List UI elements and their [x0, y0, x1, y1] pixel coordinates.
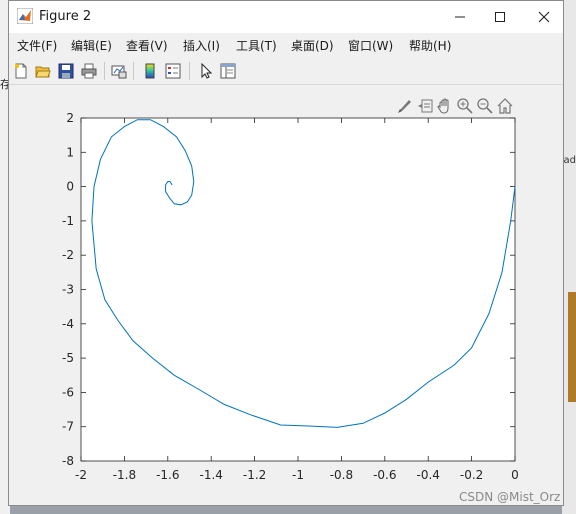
x-tick-label: -1.6 — [156, 468, 179, 482]
axes-box — [80, 117, 516, 462]
x-tick-label: -1 — [292, 468, 304, 482]
watermark-text: CSDN @Mist_Orz — [459, 490, 561, 504]
y-tick-label: -5 — [62, 351, 74, 365]
y-tick-label: 2 — [66, 111, 74, 125]
y-tick-label: -4 — [62, 317, 74, 331]
x-tick-label: -2 — [75, 468, 87, 482]
y-tick-label: -8 — [62, 454, 74, 468]
y-tick-label: -2 — [62, 248, 74, 262]
x-tick-label: -0.2 — [460, 468, 483, 482]
y-tick-label: -3 — [62, 283, 74, 297]
y-tick-label: -1 — [62, 214, 74, 228]
x-tick-label: -1.4 — [199, 468, 222, 482]
spiral-line-plot[interactable]: -2 -1.8 -1.6 -1.4 -1.2 -1 -0.8 -0.6 -0.4 -0.2 0 2 1 0… — [0, 0, 576, 514]
x-tick-label: 0 — [511, 468, 519, 482]
x-tick-label: -1.2 — [243, 468, 266, 482]
x-tick-label: -1.8 — [113, 468, 136, 482]
y-tick-label: 1 — [66, 145, 74, 159]
x-tick-label: -0.4 — [416, 468, 439, 482]
y-tick-label: 0 — [66, 180, 74, 194]
y-tick-label: -7 — [62, 420, 74, 434]
x-tick-label: -0.6 — [373, 468, 396, 482]
y-tick-label: -6 — [62, 385, 74, 399]
x-tick-label: -0.8 — [330, 468, 353, 482]
